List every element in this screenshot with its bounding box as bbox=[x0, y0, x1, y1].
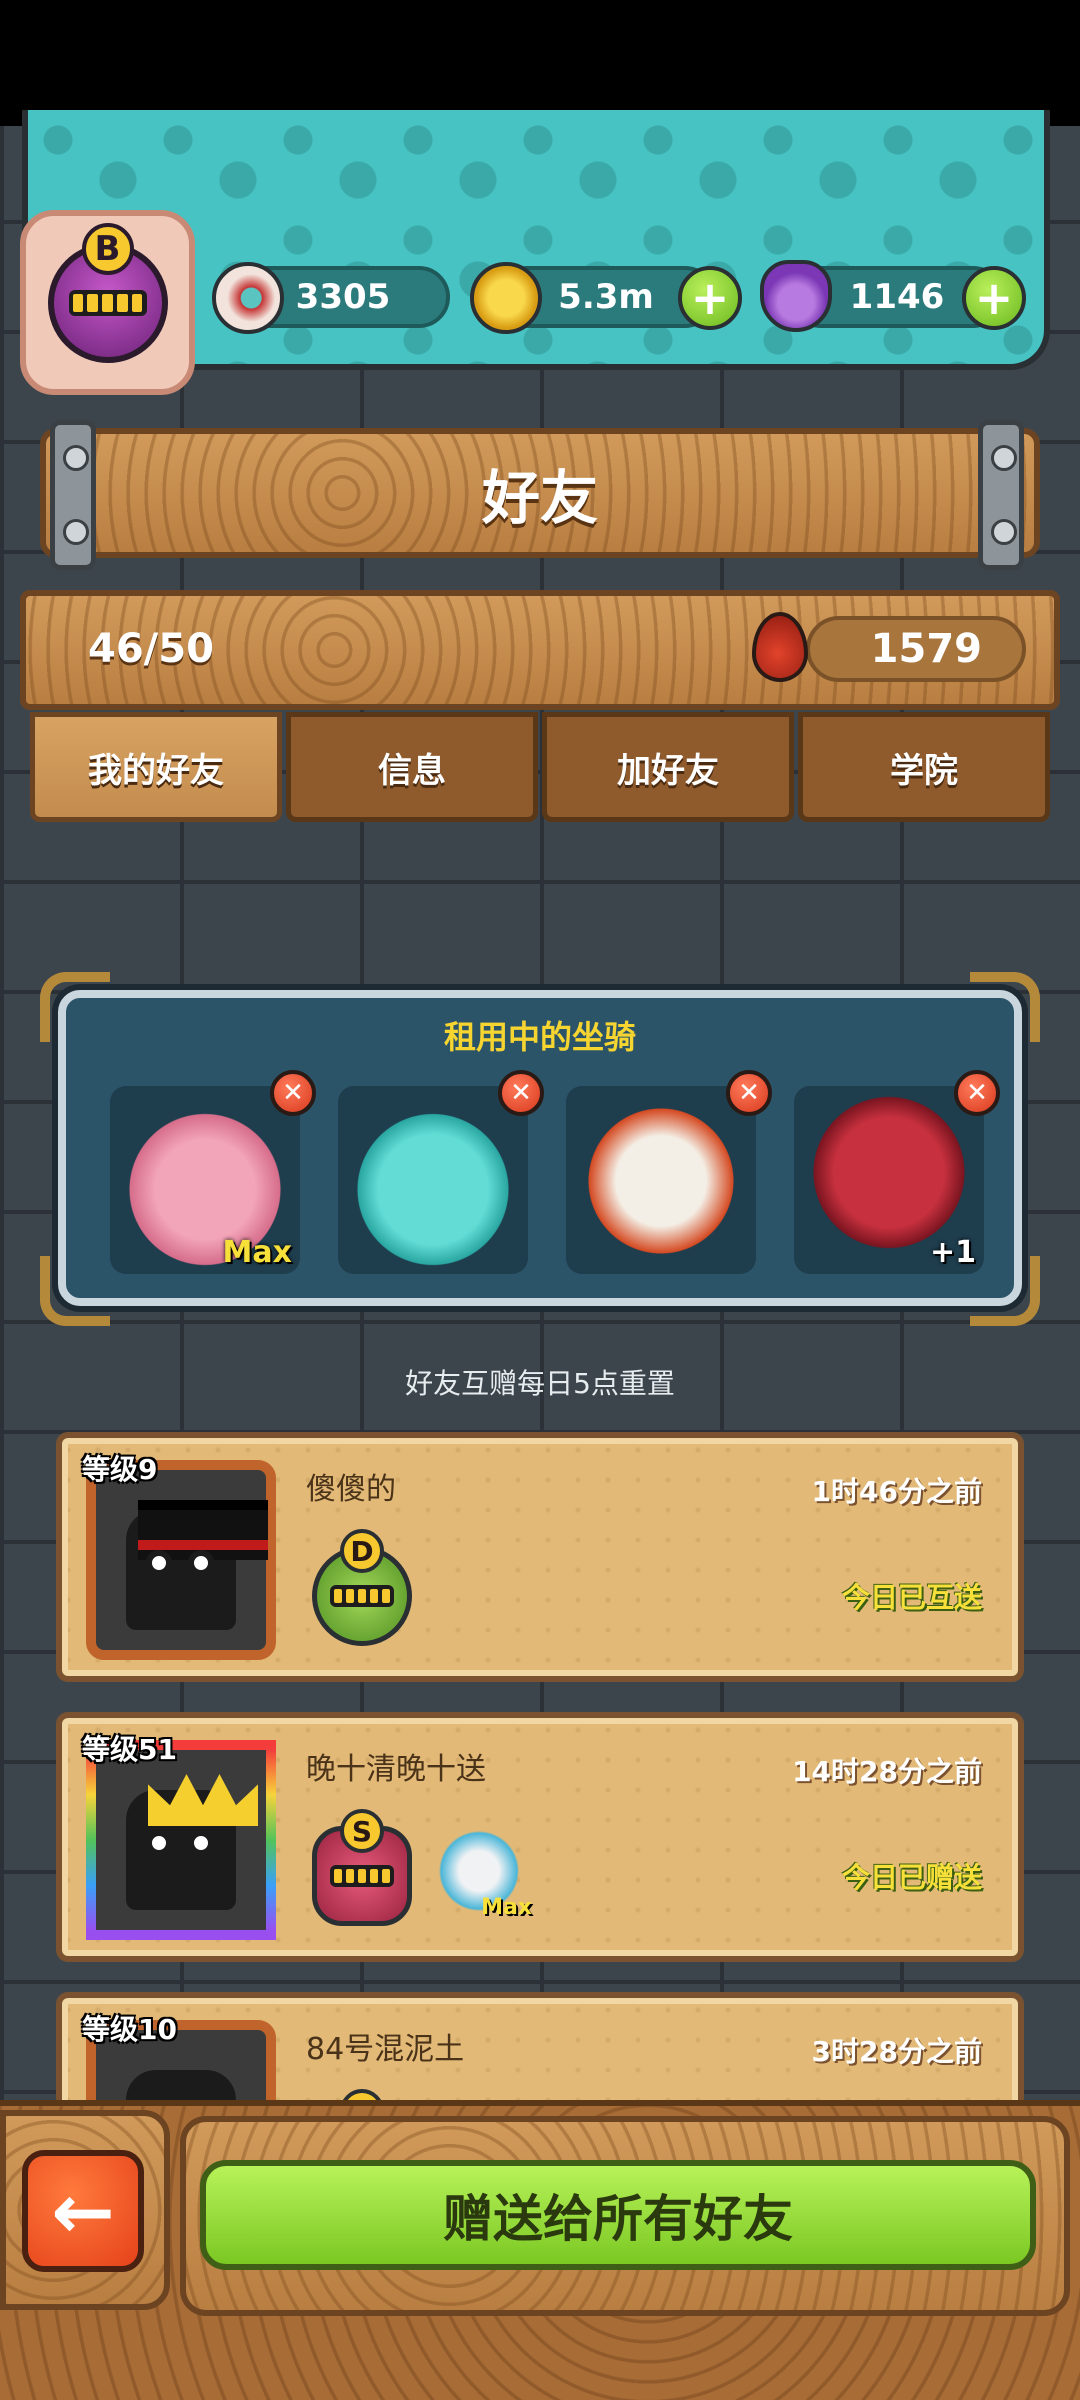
panel-title: 租用中的坐骑 bbox=[443, 1018, 636, 1056]
last-online-time: 3时28分之前 bbox=[811, 2035, 982, 2068]
coin-icon bbox=[470, 262, 542, 334]
last-online-time: 14时28分之前 bbox=[792, 1755, 982, 1788]
monster-avatar-icon bbox=[126, 1500, 268, 1630]
friend-name: 晚十清晚十送 bbox=[306, 1752, 486, 1787]
eyeball-value: 3305 bbox=[295, 277, 391, 317]
player-avatar[interactable]: B bbox=[20, 210, 195, 395]
friend-level: 等级10 bbox=[82, 2013, 177, 2046]
remove-mount-button[interactable]: ✕ bbox=[498, 1070, 544, 1116]
friend-info-plank: 46/50 1579 bbox=[20, 590, 1060, 710]
coin-value: 5.3m bbox=[558, 277, 654, 317]
remove-mount-button[interactable]: ✕ bbox=[270, 1070, 316, 1116]
send-to-all-friends-button[interactable]: 赠送给所有好友 bbox=[200, 2160, 1036, 2270]
send-all-label: 赠送给所有好友 bbox=[443, 2190, 793, 2248]
potion-icon bbox=[760, 260, 832, 332]
friend-level: 等级51 bbox=[82, 1733, 177, 1766]
add-coins-button[interactable]: + bbox=[678, 266, 742, 330]
eyeball-icon bbox=[212, 262, 284, 334]
tab-label: 信息 bbox=[378, 750, 446, 791]
mount-slot[interactable]: ✕ bbox=[566, 1070, 772, 1274]
friend-card[interactable]: 等级9 傻傻的 1时46分之前 D 今日已互送 bbox=[56, 1432, 1024, 1682]
status-bar bbox=[0, 0, 1080, 126]
right-bolt-strap bbox=[978, 420, 1024, 570]
left-bolt-strap bbox=[50, 420, 96, 570]
tab-label: 加好友 bbox=[617, 750, 719, 791]
remove-mount-button[interactable]: ✕ bbox=[954, 1070, 1000, 1116]
blood-value: 1579 bbox=[870, 626, 982, 672]
remove-mount-button[interactable]: ✕ bbox=[726, 1070, 772, 1116]
page-title: 好友 bbox=[481, 464, 598, 532]
friend-tabs: 我的好友 信息 加好友 学院 bbox=[30, 712, 1050, 822]
friend-mount-icon: Max bbox=[434, 1826, 532, 1920]
mount-slot[interactable]: ✕ bbox=[338, 1070, 544, 1274]
tab-my-friends[interactable]: 我的好友 bbox=[30, 712, 282, 822]
back-arrow-icon: ← bbox=[51, 2166, 115, 2256]
friend-name: 傻傻的 bbox=[306, 1472, 396, 1507]
blood-counter: 1579 bbox=[806, 616, 1026, 682]
rank-badge-icon: B bbox=[47, 222, 168, 363]
friend-level: 等级9 bbox=[82, 1453, 158, 1486]
rank-letter: D bbox=[340, 1529, 384, 1573]
tab-add-friend[interactable]: 加好友 bbox=[542, 712, 794, 822]
mount-slot[interactable]: ✕ +1 bbox=[794, 1070, 1000, 1274]
friend-count: 46/50 bbox=[88, 626, 214, 672]
monster-avatar-icon bbox=[126, 1774, 258, 1910]
daily-reset-note: 好友互赠每日5点重置 bbox=[405, 1367, 675, 1400]
crown-icon bbox=[148, 1774, 258, 1826]
potion-value: 1146 bbox=[849, 277, 945, 317]
rank-badge-icon: S bbox=[312, 1809, 412, 1926]
mount-level-tag: Max bbox=[481, 1895, 532, 1920]
friend-portrait bbox=[86, 1460, 276, 1660]
title-plank: 好友 bbox=[40, 428, 1040, 558]
lion-dance-mount-icon bbox=[576, 1096, 746, 1266]
mount-slot[interactable]: ✕ Max bbox=[110, 1070, 316, 1274]
tab-label: 学院 bbox=[890, 750, 958, 791]
gift-status: 今日已互送 bbox=[841, 1581, 982, 1614]
rank-letter: S bbox=[340, 1809, 384, 1853]
add-potions-button[interactable]: + bbox=[962, 266, 1026, 330]
blue-fish-mount-icon bbox=[348, 1096, 518, 1266]
mount-level-tag: Max bbox=[222, 1235, 292, 1270]
last-online-time: 1时46分之前 bbox=[811, 1475, 982, 1508]
friend-name: 84号混泥土 bbox=[306, 2032, 465, 2067]
friend-portrait bbox=[86, 1740, 276, 1940]
rented-mounts-panel: 租用中的坐骑 ✕ Max ✕ ✕ ✕ +1 bbox=[58, 990, 1022, 1306]
teeth-icon bbox=[68, 289, 147, 316]
rank-letter: B bbox=[81, 222, 134, 275]
tab-messages[interactable]: 信息 bbox=[286, 712, 538, 822]
mount-level-tag: +1 bbox=[929, 1235, 976, 1270]
friend-card[interactable]: 等级51 晚十清晚十送 14时28分之前 S Max 今日已赠送 bbox=[56, 1712, 1024, 1962]
rank-badge-icon: D bbox=[312, 1529, 412, 1646]
tab-academy[interactable]: 学院 bbox=[798, 712, 1050, 822]
gift-status: 今日已赠送 bbox=[841, 1861, 982, 1894]
tab-label: 我的好友 bbox=[88, 750, 224, 791]
back-button[interactable]: ← bbox=[22, 2150, 144, 2272]
